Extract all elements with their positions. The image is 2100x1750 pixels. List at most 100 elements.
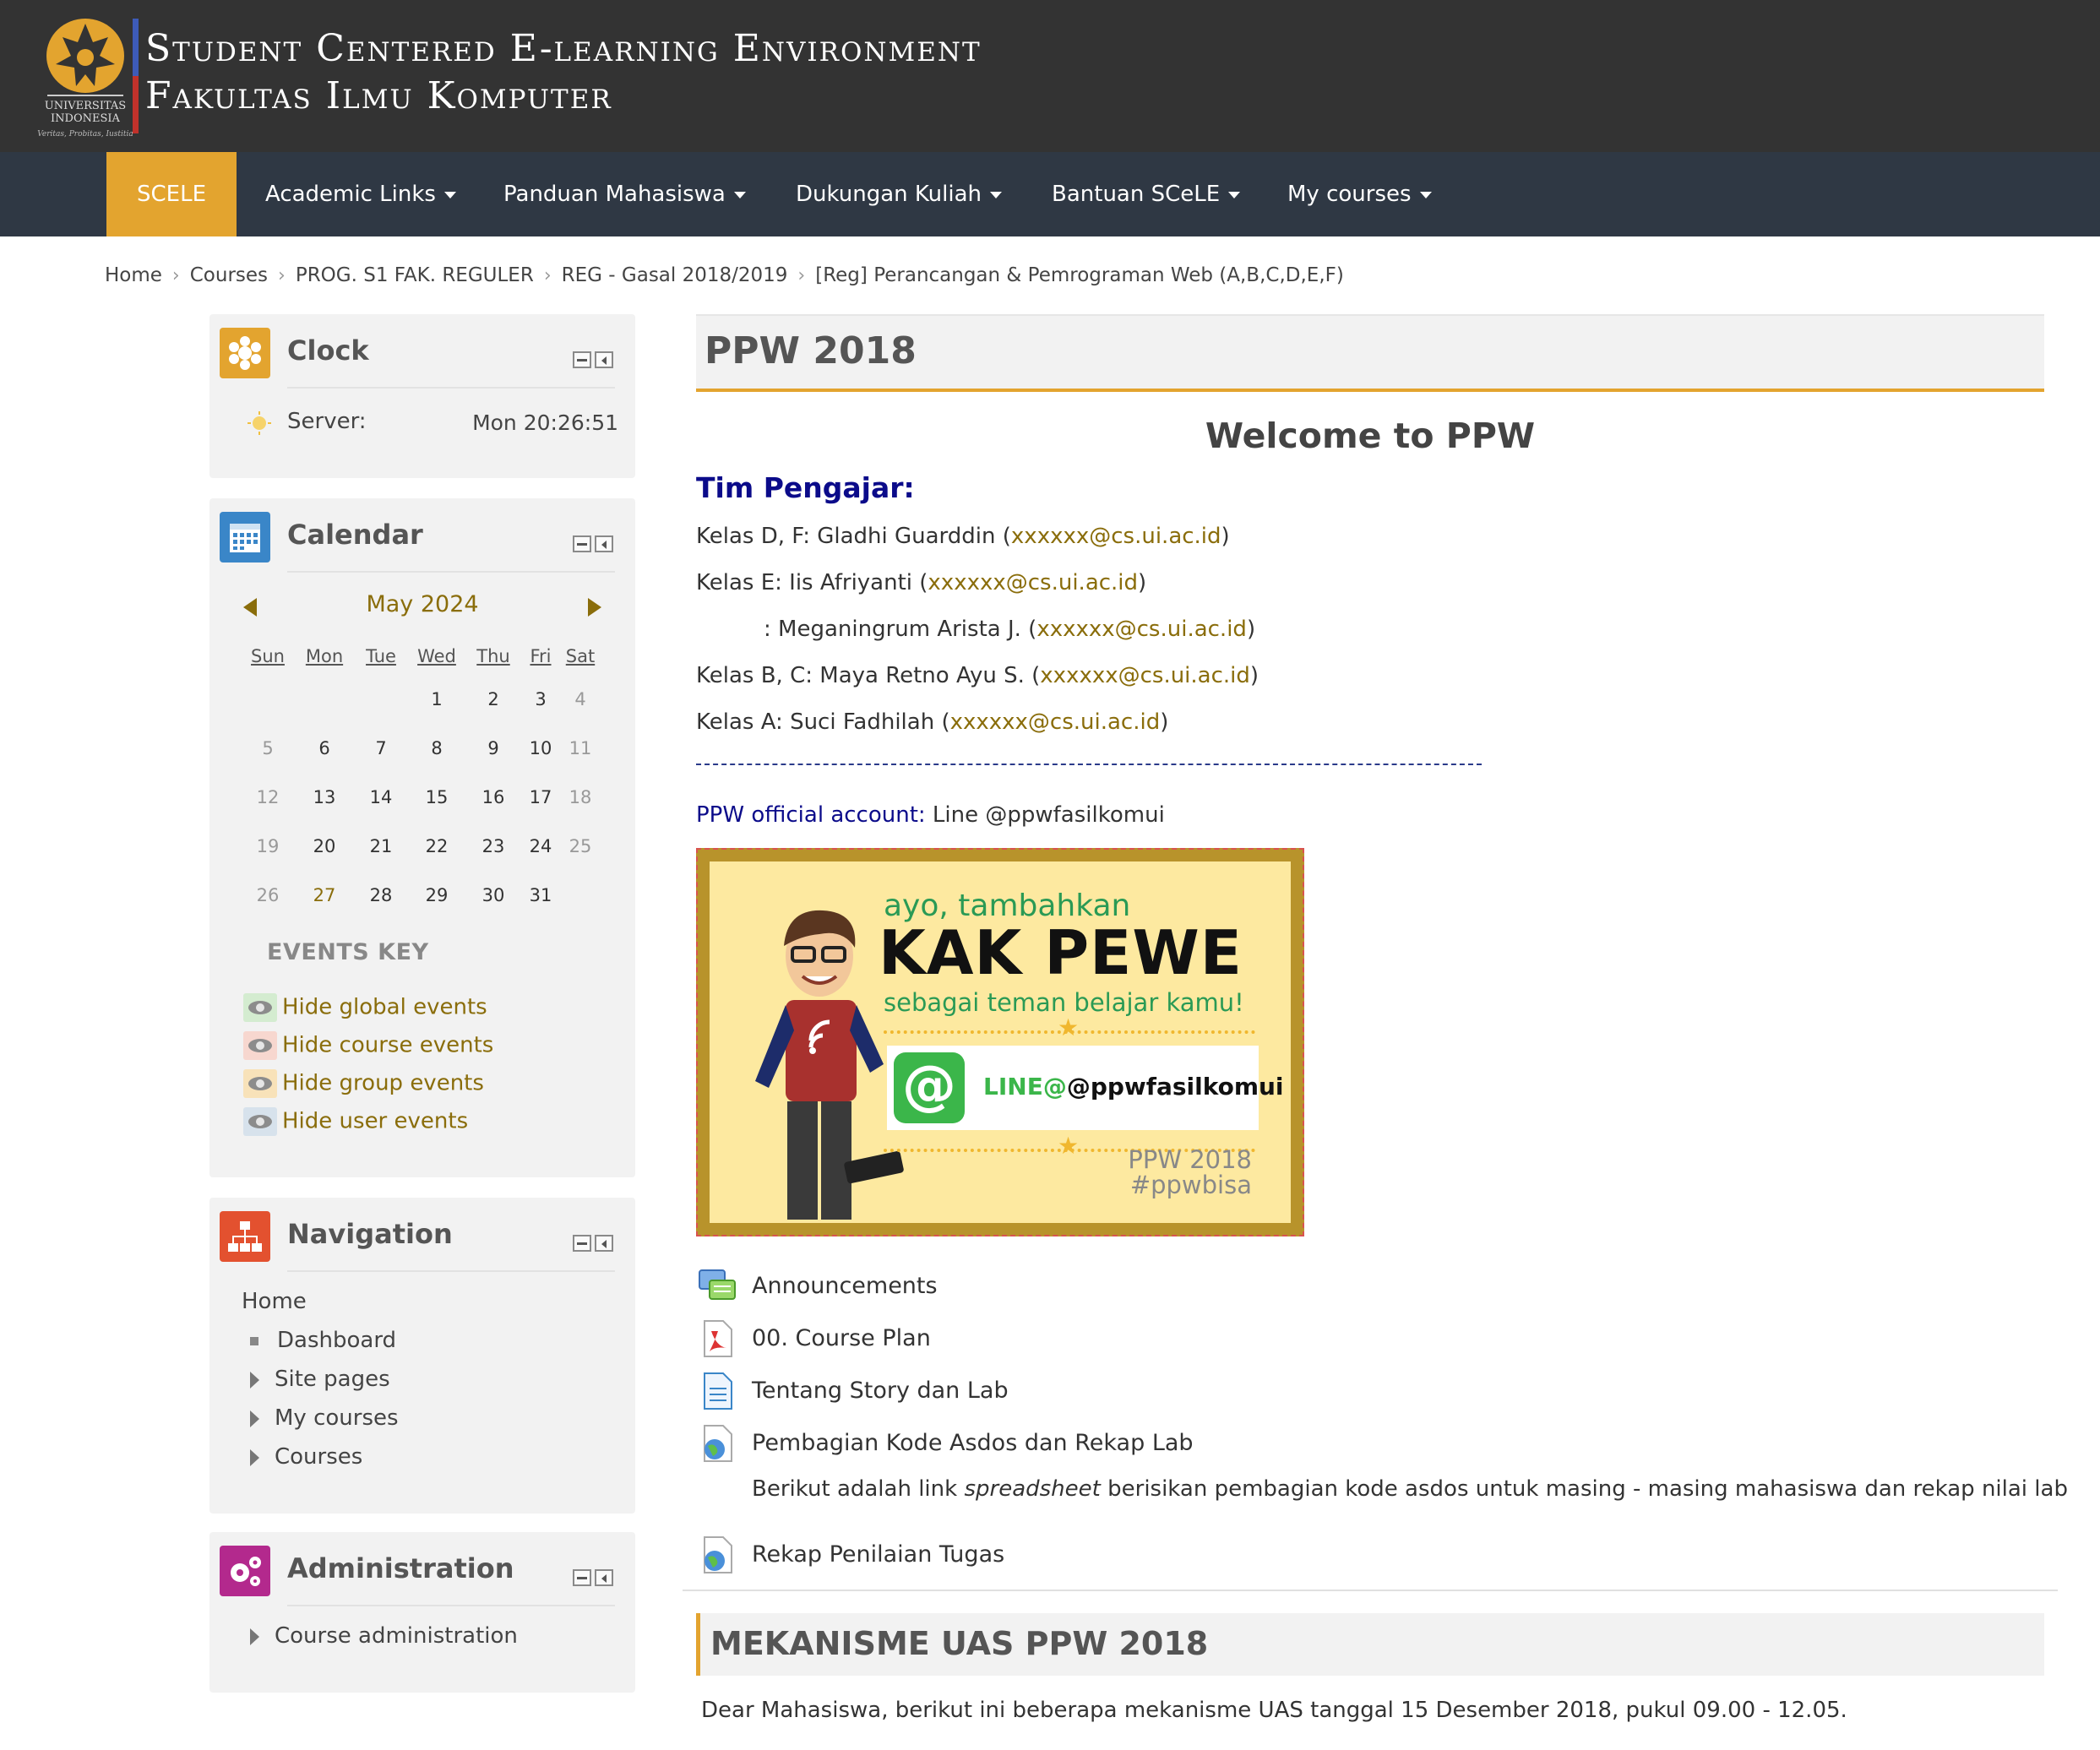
nav-tree-home[interactable]: Home xyxy=(242,1289,307,1314)
teacher-email-link[interactable]: xxxxxx@cs.ui.ac.id xyxy=(1036,617,1247,642)
nav-academic-links[interactable]: Academic Links xyxy=(265,152,456,236)
calendar-day[interactable]: 13 xyxy=(296,773,353,822)
events-key-course[interactable]: Hide course events xyxy=(243,1028,493,1062)
activity-label: 00. Course Plan xyxy=(752,1325,931,1351)
teacher-text: : Meganingrum Arista J. ( xyxy=(764,617,1037,642)
events-key-group[interactable]: Hide group events xyxy=(243,1066,484,1100)
calendar-day[interactable]: 5 xyxy=(240,724,296,773)
course-administration[interactable]: Course administration xyxy=(250,1623,518,1649)
poster-footer-line1: PPW 2018 xyxy=(1128,1145,1252,1174)
teacher-line: Kelas D, F: Gladhi Guarddin (xxxxxx@cs.u… xyxy=(696,524,1230,549)
poster-footer-line2: #ppwbisa xyxy=(1129,1171,1252,1199)
events-key-user[interactable]: Hide user events xyxy=(243,1104,468,1138)
calendar-month[interactable]: May 2024 xyxy=(209,591,635,617)
calendar-day[interactable]: 21 xyxy=(353,822,409,871)
line-handle-box: @ LINE@@ppwfasilkomui xyxy=(887,1046,1284,1130)
calendar-day[interactable]: 14 xyxy=(353,773,409,822)
dock-icon[interactable] xyxy=(595,1235,613,1252)
site-title-line1[interactable]: Student Centered E-learning Environment xyxy=(145,27,982,70)
calendar-day[interactable]: 10 xyxy=(522,724,559,773)
nav-label: Bantuan SCeLE xyxy=(1052,182,1221,207)
teacher-line: Kelas B, C: Maya Retno Ayu S. (xxxxxx@cs… xyxy=(696,663,1259,688)
calendar-day[interactable]: 7 xyxy=(353,724,409,773)
calendar-day[interactable]: 24 xyxy=(522,822,559,871)
calendar-day[interactable]: 28 xyxy=(353,871,409,920)
nav-tree-site-pages[interactable]: Site pages xyxy=(250,1367,390,1392)
calendar-day xyxy=(353,675,409,724)
desc-text: berisikan pembagian kode asdos untuk mas… xyxy=(1100,1476,2068,1502)
calendar-day[interactable]: 31 xyxy=(522,871,559,920)
calendar-day[interactable]: 2 xyxy=(465,675,522,724)
block-divider xyxy=(287,387,615,389)
calendar-day[interactable]: 16 xyxy=(465,773,522,822)
breadcrumb-semester[interactable]: REG - Gasal 2018/2019 xyxy=(562,264,788,286)
breadcrumb-home[interactable]: Home xyxy=(105,264,162,286)
events-key-label: Hide group events xyxy=(282,1070,484,1096)
site-title-line2[interactable]: Fakultas Ilmu Komputer xyxy=(145,74,612,117)
breadcrumb-courses[interactable]: Courses xyxy=(190,264,268,286)
calendar-day[interactable]: 4 xyxy=(559,675,601,724)
caret-down-icon xyxy=(733,191,746,198)
main-navbar: SCELE Academic Links Panduan Mahasiswa D… xyxy=(0,152,2100,236)
calendar-day[interactable]: 3 xyxy=(522,675,559,724)
weekday-header: Fri xyxy=(530,646,552,666)
calendar-grid: Sun Mon Tue Wed Thu Fri Sat 1 2 3 4 5 6 7 8 9 10 11 12 13 1… xyxy=(240,638,601,920)
collapse-icon[interactable] xyxy=(573,535,591,552)
calendar-day[interactable]: 11 xyxy=(559,724,601,773)
calendar-day[interactable]: 1 xyxy=(409,675,465,724)
nav-dukungan-kuliah[interactable]: Dukungan Kuliah xyxy=(796,152,1002,236)
calendar-day[interactable]: 22 xyxy=(409,822,465,871)
nav-bantuan-scele[interactable]: Bantuan SCeLE xyxy=(1052,152,1241,236)
calendar-day[interactable]: 6 xyxy=(296,724,353,773)
activity-label: Announcements xyxy=(752,1273,938,1299)
sun-icon xyxy=(247,410,272,436)
teacher-email-link[interactable]: xxxxxx@cs.ui.ac.id xyxy=(1011,524,1221,549)
calendar-day[interactable]: 20 xyxy=(296,822,353,871)
events-key-global[interactable]: Hide global events xyxy=(243,990,487,1024)
nav-panduan-mahasiswa[interactable]: Panduan Mahasiswa xyxy=(503,152,746,236)
teacher-email-link[interactable]: xxxxxx@cs.ui.ac.id xyxy=(950,709,1161,735)
breadcrumb-course[interactable]: [Reg] Perancangan & Pemrograman Web (A,B… xyxy=(815,264,1344,286)
eye-icon xyxy=(243,1030,277,1060)
university-logo[interactable]: UNIVERSITAS INDONESIA Veritas, Probitas,… xyxy=(35,12,135,144)
calendar-day[interactable]: 30 xyxy=(465,871,522,920)
teacher-email-link[interactable]: xxxxxx@cs.ui.ac.id xyxy=(928,570,1138,595)
dock-icon[interactable] xyxy=(595,1569,613,1586)
next-month-icon[interactable] xyxy=(588,598,601,617)
pdf-file-icon xyxy=(698,1319,737,1358)
nav-tree-my-courses[interactable]: My courses xyxy=(250,1405,399,1431)
dock-icon[interactable] xyxy=(595,535,613,552)
dock-icon[interactable] xyxy=(595,351,613,368)
calendar-day[interactable]: 8 xyxy=(409,724,465,773)
events-key-label: Hide user events xyxy=(282,1108,469,1134)
collapse-icon[interactable] xyxy=(573,1235,591,1252)
calendar-day[interactable]: 26 xyxy=(240,871,296,920)
block-divider xyxy=(287,1605,615,1606)
nav-tree-label: Courses xyxy=(275,1444,363,1470)
teacher-email-link[interactable]: xxxxxx@cs.ui.ac.id xyxy=(1040,663,1250,688)
calendar-day[interactable]: 15 xyxy=(409,773,465,822)
block-divider xyxy=(287,571,615,573)
line-account-poster: ayo, tambahkan KAK PEWE sebagai teman be… xyxy=(696,848,1304,1236)
calendar-day[interactable]: 9 xyxy=(465,724,522,773)
nav-scele-home[interactable]: SCELE xyxy=(106,152,237,236)
calendar-day[interactable]: 17 xyxy=(522,773,559,822)
calendar-day[interactable]: 19 xyxy=(240,822,296,871)
admin-item-label: Course administration xyxy=(275,1623,518,1649)
collapse-icon[interactable] xyxy=(573,351,591,368)
calendar-day[interactable]: 27 xyxy=(296,871,353,920)
activity-label: Tentang Story dan Lab xyxy=(752,1378,1009,1404)
calendar-day[interactable]: 25 xyxy=(559,822,601,871)
nav-tree-courses[interactable]: Courses xyxy=(250,1444,362,1470)
nav-my-courses[interactable]: My courses xyxy=(1287,152,1432,236)
collapse-icon[interactable] xyxy=(573,1569,591,1586)
nav-tree-dashboard[interactable]: Dashboard xyxy=(248,1328,396,1353)
breadcrumb-category[interactable]: PROG. S1 FAK. REGULER xyxy=(296,264,534,286)
calendar-day[interactable]: 18 xyxy=(559,773,601,822)
calendar-day[interactable]: 23 xyxy=(465,822,522,871)
page-icon xyxy=(698,1372,737,1410)
calendar-day[interactable]: 12 xyxy=(240,773,296,822)
expand-arrow-icon xyxy=(250,1410,259,1427)
calendar-day[interactable]: 29 xyxy=(409,871,465,920)
clock-block-title: Clock xyxy=(287,334,369,367)
